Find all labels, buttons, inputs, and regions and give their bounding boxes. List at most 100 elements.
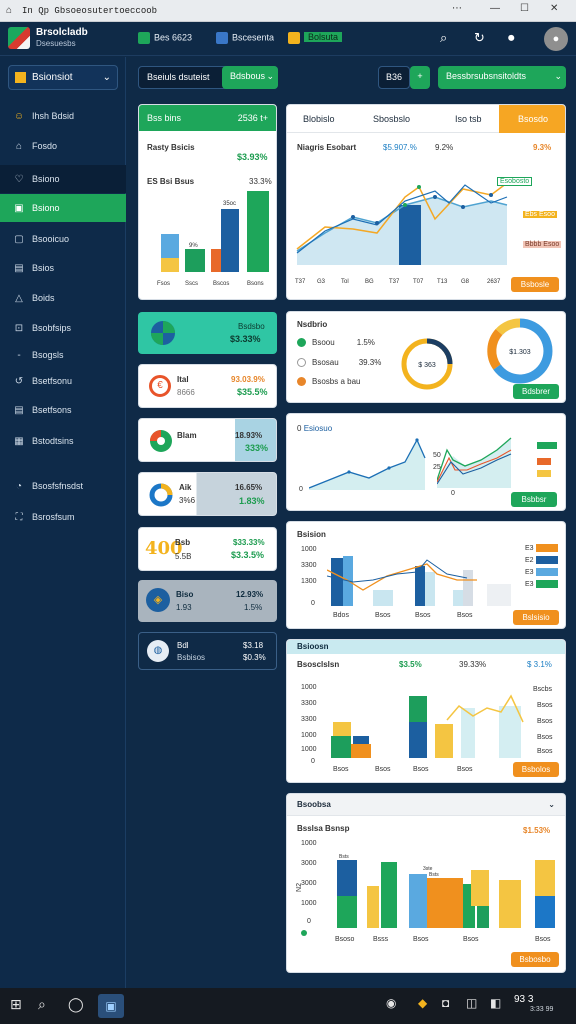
sidebar-item-7[interactable]: △ Boids [0, 284, 126, 312]
search-icon[interactable]: ⌕ [440, 30, 447, 46]
bar-card-2-title: Bsision [297, 530, 326, 539]
app-tray-icon-4[interactable]: ◧ [490, 996, 501, 1010]
legend-3: Bbbb Esoo [523, 241, 562, 248]
header-nav-1[interactable]: Bes 6623 [138, 32, 192, 44]
bar [409, 696, 427, 722]
close-icon[interactable]: ✕ [550, 3, 558, 14]
tile-4-sub: 3%6 [179, 496, 196, 505]
tabs-card-button[interactable]: Bsbosle [511, 277, 559, 292]
tile-1[interactable]: Bsdsbo $3.33% [138, 312, 277, 354]
tile-3[interactable]: Blam 18.93% 333% [138, 418, 277, 462]
sidebar-item-1[interactable]: ☺ Ihsh Bdsid [0, 102, 126, 130]
sidebar-item-11[interactable]: ▤ Bsetfsons [0, 396, 126, 424]
sidebar-item-5[interactable]: ▢ Bsooicuo [0, 225, 126, 253]
point [375, 221, 379, 225]
sidebar-item-3[interactable]: ♡ Bsiono [0, 165, 126, 193]
y-tick: 1000 [301, 732, 317, 739]
sidebar-item-6[interactable]: ▤ Bsios [0, 254, 126, 282]
radio-icon [297, 358, 306, 368]
search-icon[interactable]: ⌕ [38, 996, 46, 1013]
donut-card-title: Nsdbrio [297, 320, 328, 329]
x-tick: Bsos [413, 766, 429, 773]
header-nav-2[interactable]: Bscesenta [216, 32, 274, 44]
refresh-icon[interactable]: ↻ [474, 30, 485, 46]
refresh-tray-icon[interactable]: ◉ [386, 996, 396, 1010]
more-icon[interactable]: ⋯ [452, 3, 462, 14]
header-nav-3[interactable]: Bolsuta [288, 32, 343, 44]
address-bar[interactable]: In Qp Gbsoeosutertoeccoob [22, 4, 462, 18]
date: 3:33 99 [530, 1006, 554, 1013]
tile-2[interactable]: € Ital 8666 93.03.9% $35.5% [138, 364, 277, 408]
legend-1: Esobosto [497, 177, 533, 186]
page-icon[interactable]: ⌂ [6, 5, 18, 17]
line-card-button[interactable]: Bsbbsr [511, 492, 557, 507]
bar [427, 878, 463, 928]
y-tick: 3000 [301, 880, 317, 887]
add-button[interactable]: + [410, 66, 430, 89]
logo-icon [8, 27, 30, 49]
tab-4[interactable]: Bsosdo [499, 105, 565, 133]
tab-1[interactable]: Blobislo [303, 114, 335, 124]
y-tick: 0 [311, 758, 315, 765]
sidebar-item-14[interactable]: ⛶ Bsrosfsum [0, 503, 126, 531]
point [433, 195, 437, 199]
legend-4: Bsos [537, 734, 553, 741]
bar [337, 896, 357, 928]
donut-row-3[interactable]: Bsosbs a bau [297, 377, 360, 387]
sidebar-item-2[interactable]: ⌂ Fosdo [0, 132, 126, 160]
record-icon[interactable]: ⏺ [508, 30, 515, 46]
app-tray-icon-1[interactable]: ◆ [418, 996, 427, 1010]
y-tick: 1300 [301, 578, 317, 585]
sidebar-item-12[interactable]: ▦ Bstodtsins [0, 427, 126, 455]
legend-swatch-2 [537, 458, 551, 465]
bar-card-3-button[interactable]: Bsbolos [513, 762, 559, 777]
tile-4[interactable]: Aik 3%6 16.65% 1.83% [138, 472, 277, 516]
tile-7[interactable]: ◍ Bdl Bsbisos $3.18 $0.3% [138, 632, 277, 670]
tile-5-name: Bsb [175, 538, 191, 547]
refresh-icon: ↺ [14, 376, 24, 387]
sidebar-item-9[interactable]: - Bsogsls [0, 341, 126, 369]
bar-card-4-button[interactable]: Bsbosbo [511, 952, 559, 967]
chat-icon[interactable]: ◯ [68, 996, 84, 1013]
chevron-down-icon[interactable]: ⌄ [548, 794, 555, 816]
windows-icon[interactable]: ⊞ [10, 996, 22, 1013]
x-tick: Bsss [373, 936, 389, 943]
donut-row-1[interactable]: Bsoou 1.5% [297, 338, 375, 348]
sidebar-item-13[interactable]: ◔ Bsosfsfnsdst [0, 472, 126, 500]
donut-card: Nsdbrio Bsoou 1.5% Bsosau 39.3% Bsosbs a b… [286, 311, 566, 403]
donut-card-button[interactable]: Bdsbrer [513, 384, 559, 399]
donut-row-2[interactable]: Bsosau 39.3% [297, 358, 381, 368]
app-tray-icon-2[interactable]: ◘ [442, 996, 449, 1010]
tab-3[interactable]: Iso tsb [455, 114, 482, 124]
radio-icon [297, 377, 306, 387]
tab-2[interactable]: Sbosbslo [373, 114, 410, 124]
tile-5[interactable]: 400 Bsb 5.5B $33.33% $3.3.5% [138, 527, 277, 571]
avatar[interactable]: ● [544, 27, 568, 51]
bar-card-2-button[interactable]: Bslsisio [513, 610, 559, 625]
bar [425, 572, 435, 606]
tile-6[interactable]: ◈ Biso 1.93 12.93% 1.5% [138, 580, 277, 622]
app-tray-icon-3[interactable]: ◫ [466, 996, 477, 1010]
app-icon[interactable]: ▣ [98, 994, 124, 1018]
sidebar-item-4[interactable]: ▣ Bsiono [0, 194, 126, 222]
url-text: Gbsoeosutertoeccoob [54, 6, 158, 16]
legend-3: Bsos [537, 718, 553, 725]
x-tick: 2637 [487, 279, 501, 285]
maximize-icon[interactable]: ☐ [520, 3, 529, 14]
bar-3b [221, 209, 239, 272]
view-select[interactable]: Bessbrsubsnsitoldts ⌄ [438, 66, 566, 89]
sidebar-item-10[interactable]: ↺ Bsetfsonu [0, 367, 126, 395]
bar-card-4-title: Bsslsa Bsnsp [297, 824, 350, 833]
bar-card-3-title: Bsosclslsn [297, 660, 340, 669]
minimize-icon[interactable]: — [490, 3, 500, 14]
sidebar-workspace-select[interactable]: Bsionsiot ⌄ [8, 65, 118, 90]
filter-green-select[interactable]: Bdsbous ⌄ [222, 66, 278, 89]
bar [535, 860, 555, 896]
tile-6-name: Biso [176, 590, 194, 599]
tile-2-name: Ital [177, 375, 189, 384]
chip-small[interactable]: B36 [378, 66, 410, 89]
x-tick-1: Fsos [157, 281, 170, 287]
sidebar-item-8[interactable]: ⊡ Bsobfsips [0, 314, 126, 342]
clock[interactable]: 93 3 [514, 994, 533, 1005]
point [417, 185, 421, 189]
